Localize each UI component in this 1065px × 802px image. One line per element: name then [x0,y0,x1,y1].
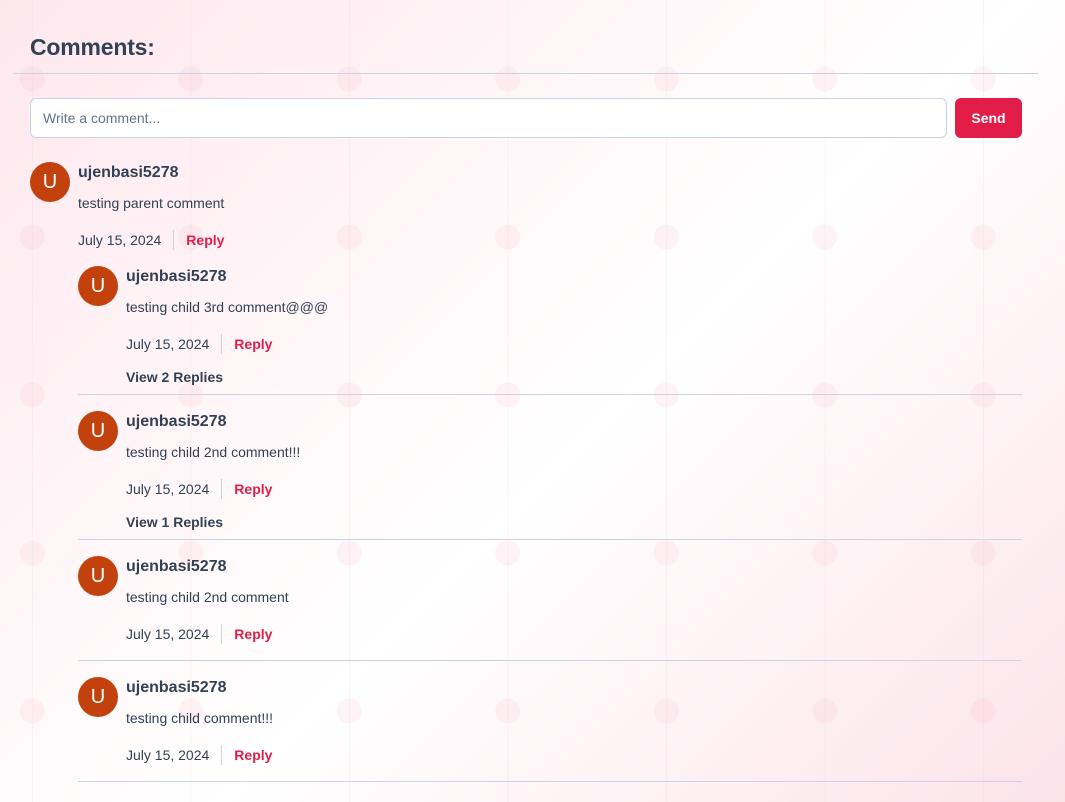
reply-button[interactable]: Reply [234,747,272,763]
view-replies-button[interactable]: View 1 Replies [126,514,223,530]
comment-input[interactable] [31,99,946,137]
comment-text: testing child 3rd comment@@@ [126,299,329,315]
comment-text: testing child comment!!! [126,710,274,726]
comment-username[interactable]: ujenbasi5278 [126,558,227,576]
comment-date: July 15, 2024 [126,481,210,497]
comment-text: testing parent comment [78,195,225,211]
comment-text: testing child 2nd comment [126,589,289,605]
comment-divider [78,781,1022,782]
meta-divider [221,479,223,499]
meta-divider [221,334,223,354]
comment-meta: July 15, 2024 Reply [78,229,224,251]
comment-divider [78,394,1022,395]
comment-username[interactable]: ujenbasi5278 [78,164,179,182]
comment-username[interactable]: ujenbasi5278 [126,268,227,286]
comment-date: July 15, 2024 [126,747,210,763]
comment-meta: July 15, 2024 Reply [126,623,272,645]
avatar[interactable]: U [78,556,118,596]
comment-username[interactable]: ujenbasi5278 [126,413,227,431]
send-button[interactable]: Send [955,98,1022,138]
meta-divider [221,745,223,765]
comment-meta: July 15, 2024 Reply [126,744,272,766]
comment-username[interactable]: ujenbasi5278 [126,679,227,697]
meta-divider [221,624,223,644]
comment-meta: July 15, 2024 Reply [126,333,272,355]
page-title: Comments: [30,34,155,60]
comment-text: testing child 2nd comment!!! [126,444,301,460]
reply-button[interactable]: Reply [234,336,272,352]
view-replies-button[interactable]: View 2 Replies [126,369,223,385]
avatar[interactable]: U [30,162,70,202]
comment-date: July 15, 2024 [78,232,162,248]
comment-input-wrapper [30,98,947,138]
avatar[interactable]: U [78,266,118,306]
comments-section: Comments: Send U ujenbasi5278 testing pa… [0,0,1065,802]
comment-date: July 15, 2024 [126,626,210,642]
comment-divider [78,539,1022,540]
reply-button[interactable]: Reply [234,481,272,497]
reply-button[interactable]: Reply [186,232,224,248]
avatar[interactable]: U [78,677,118,717]
comment-divider [78,660,1022,661]
avatar[interactable]: U [78,411,118,451]
comment-date: July 15, 2024 [126,336,210,352]
reply-button[interactable]: Reply [234,626,272,642]
comment-meta: July 15, 2024 Reply [126,478,272,500]
meta-divider [173,230,175,250]
title-divider [14,73,1038,74]
